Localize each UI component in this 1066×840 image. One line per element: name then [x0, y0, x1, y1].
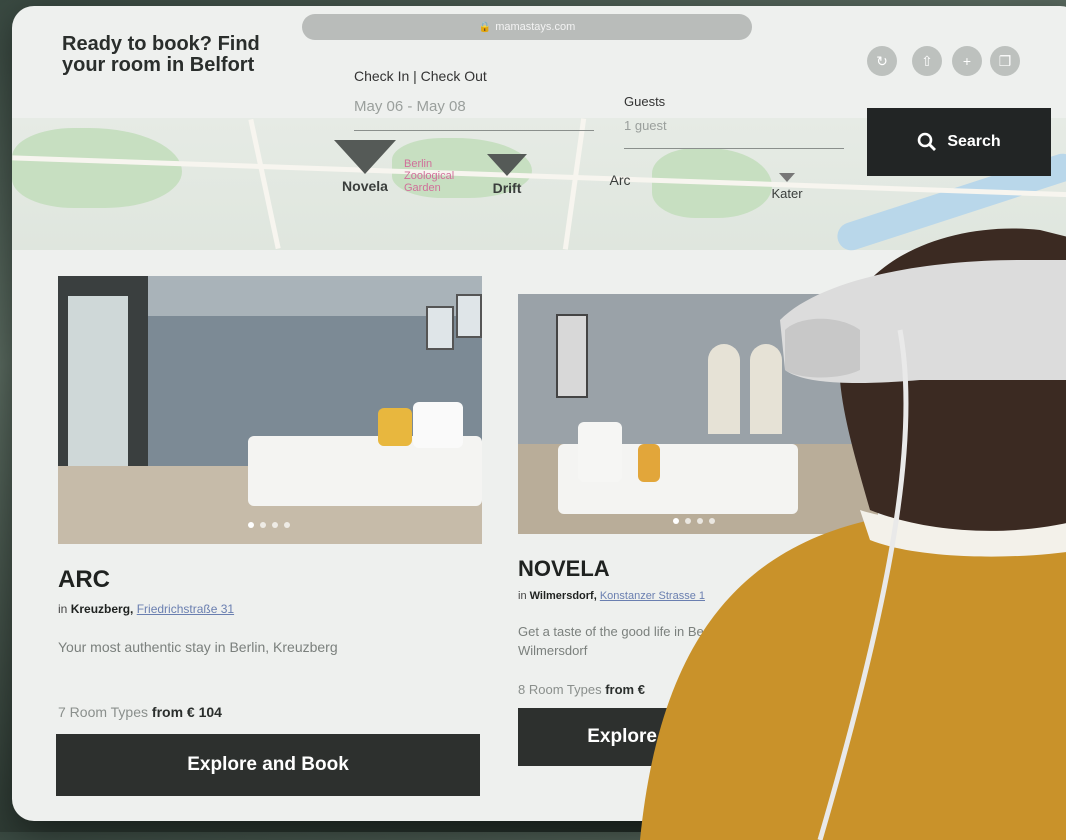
map-pin-arc[interactable]: Arc [600, 168, 640, 188]
hotel-photo-arc[interactable] [58, 276, 482, 544]
pin-marker-icon [779, 173, 795, 182]
white-pillow [413, 402, 463, 448]
hotel-name: NOVELA [518, 556, 610, 581]
search-icon [918, 132, 937, 151]
map-garden-label: Berlin Zoological Garden [404, 158, 455, 194]
map-pin-label: Drift [492, 180, 522, 196]
pin-marker-icon [334, 140, 396, 174]
map-pin-drift[interactable]: Drift [477, 154, 537, 196]
guests-field[interactable]: 1 guest [624, 118, 667, 133]
map-road [562, 118, 587, 250]
page-headline: Ready to book? Find your room in Belfort [62, 33, 260, 76]
share-icon[interactable]: ⇧ [912, 46, 942, 76]
explore-and-book-button[interactable]: Explore and Book [56, 734, 480, 796]
map-pin-label: Kater [771, 186, 803, 201]
reload-icon[interactable]: ↻ [867, 46, 897, 76]
search-button-label: Search [947, 133, 1001, 150]
sweater [640, 510, 1066, 840]
price-from: from € 104 [151, 704, 222, 720]
person-with-headset [640, 228, 1066, 840]
yellow-pillow [378, 408, 412, 446]
tabs-icon[interactable]: ❐ [990, 46, 1020, 76]
map-park [12, 128, 182, 208]
wall-art [426, 306, 454, 350]
hotel-location: in Kreuzberg, Friedrichstraße 31 [58, 602, 235, 616]
url-text: mamastays.com [495, 21, 576, 33]
map-pin-kater[interactable]: Kater [757, 173, 817, 201]
white-pillow [578, 422, 622, 482]
checkin-label: Check In | Check Out [354, 68, 487, 84]
search-button[interactable]: Search [867, 108, 1051, 176]
map-pin-novela[interactable]: Novela [330, 140, 400, 194]
wall-art [456, 294, 482, 338]
carousel-dots[interactable] [248, 522, 290, 528]
hotel-description: Your most authentic stay in Berlin, Kreu… [58, 639, 338, 655]
guests-label: Guests [624, 94, 666, 109]
hotel-name: ARC [58, 566, 110, 593]
new-tab-icon[interactable]: + [952, 46, 982, 76]
date-range-field[interactable]: May 06 - May 08 [354, 98, 466, 115]
pin-marker-icon [487, 154, 527, 176]
hotel-address-link[interactable]: Friedrichstraße 31 [137, 602, 234, 616]
wall-art [556, 314, 588, 398]
map-pin-label: Novela [342, 178, 388, 194]
room-types-summary: 7 Room Types from € 104 [58, 704, 222, 720]
map-road [248, 118, 281, 250]
date-field-underline [354, 130, 594, 131]
map-pin-label: Arc [609, 172, 631, 188]
address-bar[interactable]: 🔒 mamastays.com [302, 14, 752, 40]
guests-field-underline [624, 148, 844, 149]
lock-icon: 🔒 [478, 22, 492, 33]
